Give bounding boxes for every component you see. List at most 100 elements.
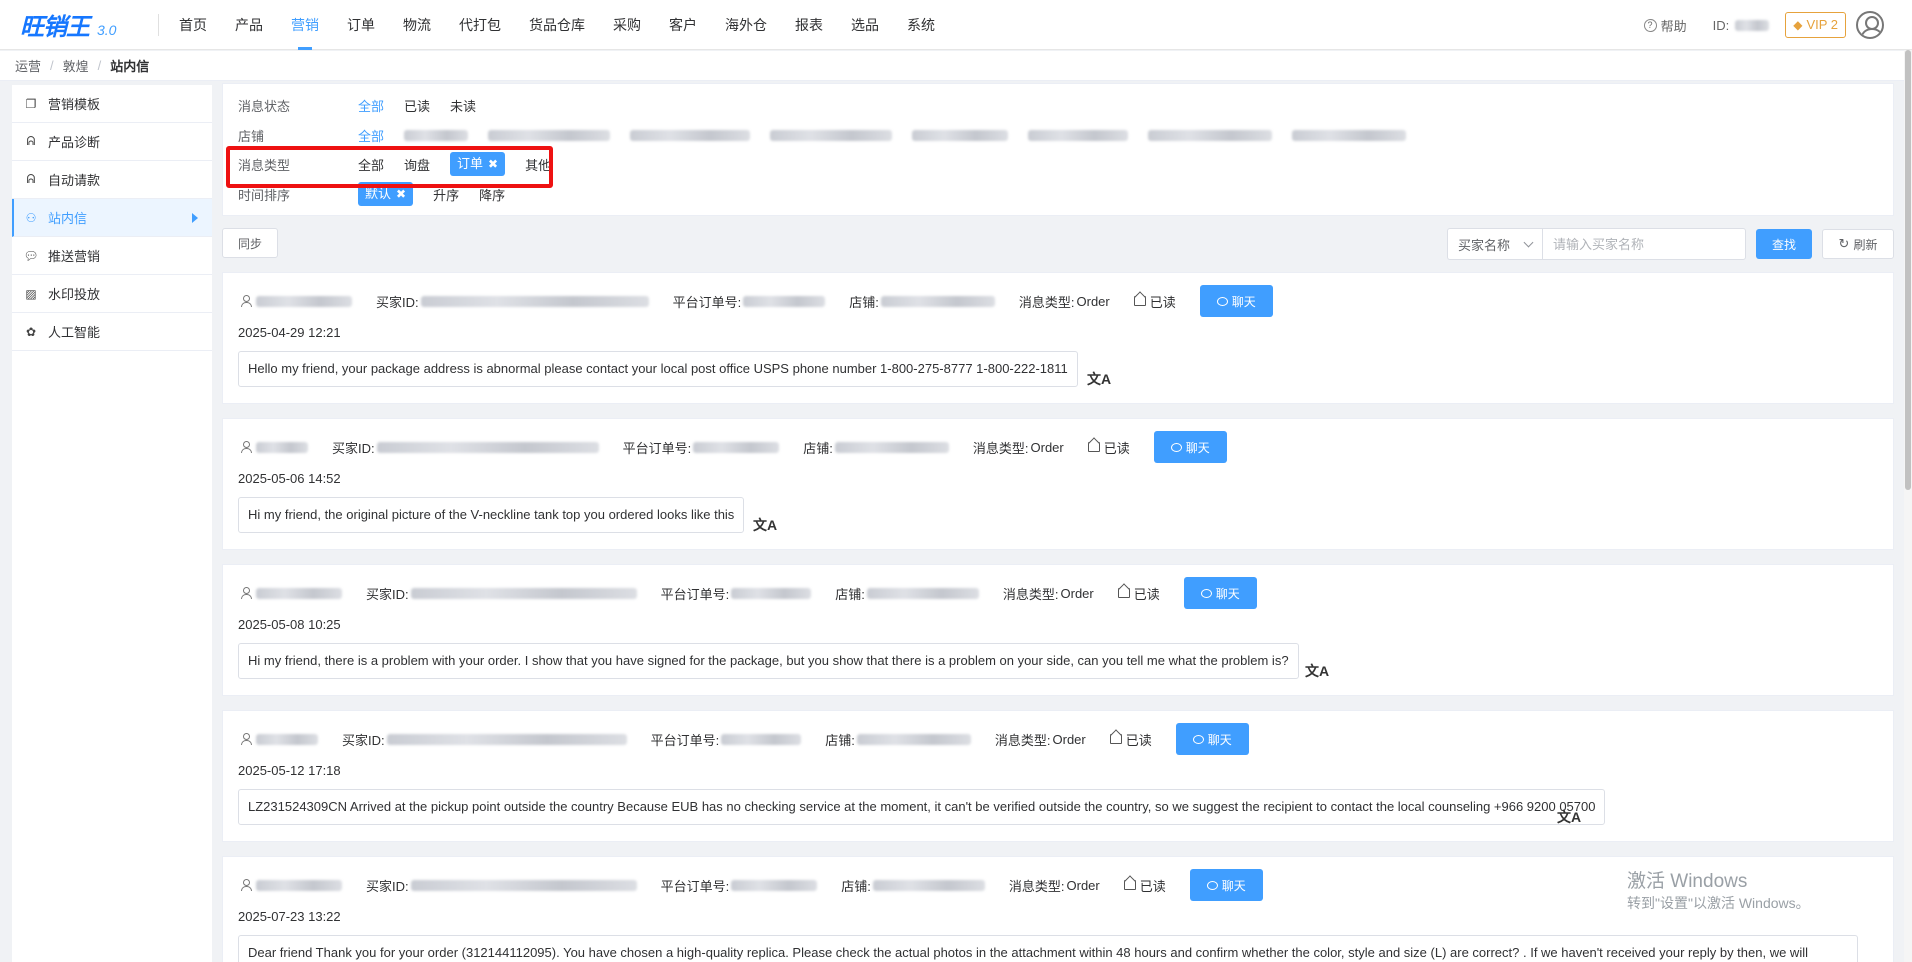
chat-button[interactable]: 聊天 (1189, 869, 1263, 901)
nav-item-marketing[interactable]: 营销 (277, 0, 333, 50)
store-option-redacted[interactable] (1028, 129, 1129, 141)
user-id-value-redacted (1735, 19, 1770, 31)
chat-button[interactable]: 聊天 (1153, 431, 1227, 463)
refresh-label: 刷新 (1853, 237, 1878, 252)
chat-button[interactable]: 聊天 (1199, 285, 1273, 317)
buyer-name-redacted (256, 733, 318, 745)
store-option-redacted[interactable] (404, 129, 469, 141)
buyer-name-redacted (256, 441, 308, 453)
breadcrumb-item[interactable]: 敦煌 (63, 56, 89, 75)
sidebar-item-label: 产品诊断 (48, 135, 101, 150)
envelope-open-icon (1133, 296, 1146, 306)
store-option-redacted[interactable] (770, 129, 893, 141)
filter-option-sort-desc[interactable]: 降序 (479, 185, 505, 204)
chat-icon (1200, 588, 1212, 598)
store-option-redacted[interactable] (488, 129, 611, 141)
message-meta: 买家ID: 平台订单号: 店铺: 消息类型: Order 已读 聊天 (240, 577, 1257, 609)
buyer-id-redacted (386, 733, 627, 745)
translate-icon[interactable]: 文A (1557, 807, 1581, 827)
search-field-select[interactable]: 买家名称 (1447, 228, 1542, 260)
nav-item-report[interactable]: 报表 (781, 0, 837, 50)
sidebar-item-ai[interactable]: ✿ 人工智能 (12, 313, 212, 351)
nav-item-system[interactable]: 系统 (893, 0, 949, 50)
nav-item-warehouse[interactable]: 货品仓库 (515, 0, 599, 50)
chat-button[interactable]: 聊天 (1175, 723, 1249, 755)
chat-bubble-icon: 💬︎ (23, 248, 39, 263)
chat-icon (1216, 296, 1228, 306)
msg-type-value: Order (1060, 585, 1094, 601)
order-no-label: 平台订单号: (660, 586, 730, 602)
buyer-id-label: 买家ID: (366, 586, 409, 602)
sidebar-item-auto-request[interactable]: ᕱ 自动请款 (12, 161, 212, 199)
buyer-id-label: 买家ID: (342, 732, 385, 748)
store-option-redacted[interactable] (912, 129, 1009, 141)
page-scrollbar[interactable] (1904, 50, 1912, 962)
message-date: 2025-07-23 13:22 (238, 909, 341, 924)
chat-label: 聊天 (1231, 294, 1256, 309)
order-no-redacted (731, 879, 818, 891)
search-group: 买家名称 查找 ↻ 刷新 (1447, 228, 1894, 260)
filter-option-sort-default-selected[interactable]: 默认 ✖ (358, 182, 414, 206)
sidebar-item-diagnosis[interactable]: ᕱ 产品诊断 (12, 123, 212, 161)
app-logo[interactable]: 旺销王 3.0 (0, 7, 158, 42)
filter-option-type-inquiry[interactable]: 询盘 (404, 155, 430, 174)
scrollbar-thumb[interactable] (1905, 50, 1911, 490)
nav-item-order[interactable]: 订单 (333, 0, 389, 50)
message-card: 买家ID: 平台订单号: 店铺: 消息类型: Order 已读 聊天 2025-… (222, 710, 1894, 842)
nav-item-selection[interactable]: 选品 (837, 0, 893, 50)
search-input[interactable] (1542, 228, 1746, 260)
chat-icon (1206, 880, 1218, 890)
message-text: Hello my friend, your package address is… (238, 351, 1078, 387)
sidebar-item-push[interactable]: 💬︎ 推送营销 (12, 237, 212, 275)
sidebar-item-inbox[interactable]: ⚇ 站内信 (12, 199, 212, 237)
message-meta: 买家ID: 平台订单号: 店铺: 消息类型: Order 已读 聊天 (240, 285, 1273, 317)
filter-option-sort-asc[interactable]: 升序 (433, 185, 459, 204)
filter-option-status-all[interactable]: 全部 (358, 96, 384, 115)
nav-item-product[interactable]: 产品 (221, 0, 277, 50)
order-no-label: 平台订单号: (622, 440, 692, 456)
help-link[interactable]: ? 帮助 (1643, 16, 1687, 35)
nav-item-home[interactable]: 首页 (165, 0, 221, 50)
sidebar-item-watermark[interactable]: ▨ 水印投放 (12, 275, 212, 313)
envelope-open-icon (1109, 734, 1122, 744)
vip-label: VIP 2 (1806, 17, 1838, 32)
store-label: 店铺: (835, 586, 865, 602)
buyer-id-label: 买家ID: (376, 294, 419, 310)
nav-item-logistics[interactable]: 物流 (389, 0, 445, 50)
refresh-button[interactable]: ↻ 刷新 (1822, 229, 1894, 259)
order-no-redacted (721, 733, 802, 745)
close-icon[interactable]: ✖ (396, 187, 406, 201)
stethoscope-icon: ᕱ (26, 172, 36, 186)
sync-button[interactable]: 同步 (222, 228, 278, 258)
store-option-redacted[interactable] (1292, 129, 1407, 141)
read-status: 已读 (1125, 732, 1152, 748)
user-avatar-icon[interactable] (1856, 11, 1884, 39)
store-name-redacted (834, 441, 949, 453)
search-button[interactable]: 查找 (1756, 229, 1812, 259)
filter-option-status-unread[interactable]: 未读 (450, 96, 476, 115)
sidebar-item-template[interactable]: ❐ 营销模板 (12, 85, 212, 123)
filter-option-status-read[interactable]: 已读 (404, 96, 430, 115)
chat-button[interactable]: 聊天 (1183, 577, 1257, 609)
nav-item-overseas[interactable]: 海外仓 (711, 0, 781, 50)
message-meta: 买家ID: 平台订单号: 店铺: 消息类型: Order 已读 聊天 (240, 431, 1227, 463)
nav-item-purchase[interactable]: 采购 (599, 0, 655, 50)
breadcrumb-separator: / (50, 58, 54, 73)
nav-item-customer[interactable]: 客户 (655, 0, 711, 50)
close-icon[interactable]: ✖ (488, 157, 498, 171)
filter-option-store-all[interactable]: 全部 (358, 126, 384, 145)
filter-option-type-all[interactable]: 全部 (358, 155, 384, 174)
translate-icon[interactable]: 文A (1087, 369, 1111, 389)
message-text: Hi my friend, the original picture of th… (238, 497, 745, 533)
breadcrumb-item[interactable]: 运营 (15, 56, 41, 75)
filter-option-type-order-selected[interactable]: 订单 ✖ (450, 152, 506, 176)
vip-badge[interactable]: ◆ VIP 2 (1785, 12, 1846, 38)
translate-icon[interactable]: 文A (753, 515, 777, 535)
user-icon (240, 733, 252, 745)
translate-icon[interactable]: 文A (1305, 661, 1329, 681)
filter-option-type-other[interactable]: 其他 (525, 155, 551, 174)
nav-item-packing[interactable]: 代打包 (445, 0, 515, 50)
store-option-redacted[interactable] (630, 129, 751, 141)
diamond-icon: ◆ (1793, 18, 1803, 32)
store-option-redacted[interactable] (1148, 129, 1273, 141)
